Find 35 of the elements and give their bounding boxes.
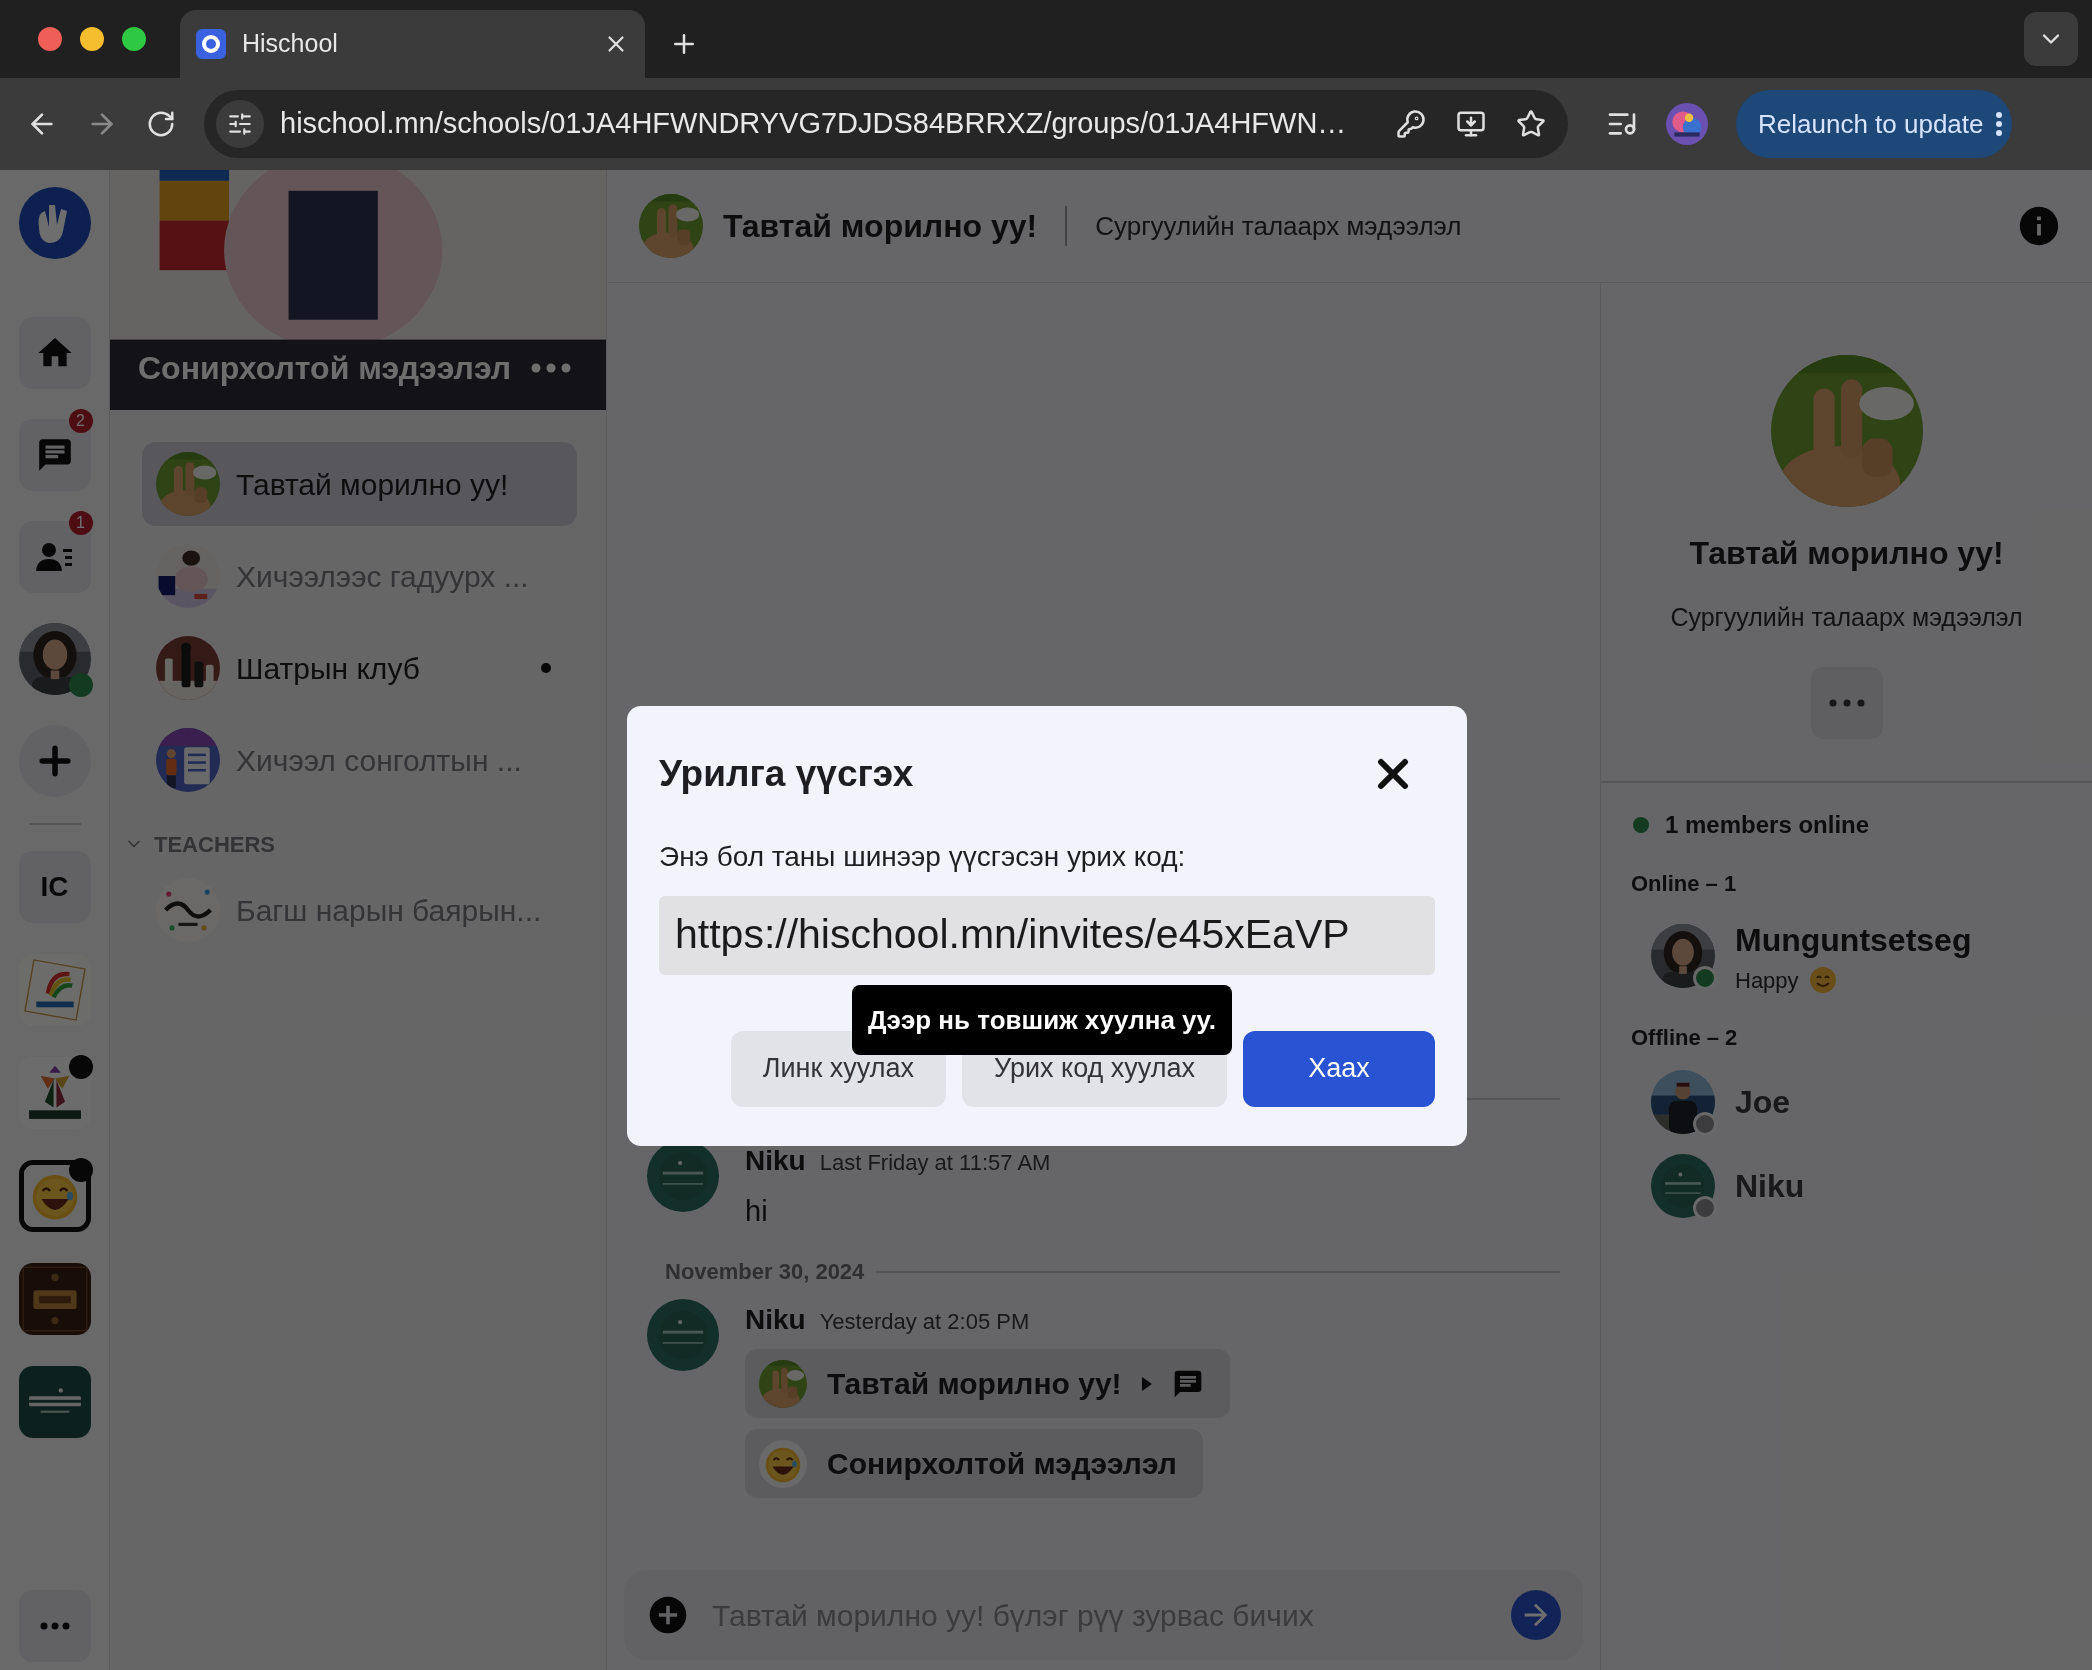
dialog-label: Энэ бол таны шинээр үүсгэсэн урих код: (659, 839, 1187, 874)
relaunch-button[interactable]: Relaunch to update (1736, 90, 2012, 158)
message-time: Last Friday at 11:57 AM (819, 1148, 1051, 1177)
message-time: Yesterday at 2:05 PM (819, 1308, 1030, 1336)
channel-title: Тавтай морилно уу! (723, 207, 1038, 246)
panel-title: Тавтай морилно уу! (1689, 534, 2004, 573)
dialog-title: Урилга үүсгэх (659, 752, 914, 796)
panel-subtitle: Сургуулийн талаарх мэдээлэл (1670, 602, 2023, 633)
channel-item[interactable]: Шатрын клуб (142, 626, 577, 710)
member-name: Niku (1735, 1166, 1805, 1206)
member-status: Happy (1735, 966, 1799, 995)
member-name: Joe (1735, 1082, 1791, 1122)
member-item[interactable]: Joe (1651, 1069, 2092, 1134)
member-group-label: Online – 1 (1631, 869, 1738, 898)
member-item[interactable]: Munguntsetseg Happy (1651, 915, 2092, 997)
channel-item[interactable]: Тавтай морилно уу! (142, 442, 577, 526)
channel-link[interactable]: Сонирхолтой мэдээлэл (745, 1429, 1203, 1498)
message-author: Niku (745, 1143, 806, 1178)
message-author: Niku (745, 1303, 806, 1337)
group-name: Сонирхолтой мэдээлэл (138, 349, 512, 388)
message-text: hi (745, 1193, 769, 1229)
browser-tab[interactable]: Hischool (180, 10, 645, 78)
invite-link-field[interactable]: https://hischool.mn/invites/e45xEaVP (659, 895, 1435, 975)
member-name: Munguntsetseg (1735, 920, 1972, 960)
close-button[interactable]: Хаах (1243, 1030, 1435, 1107)
tooltip: Дээр нь товшиж хуулна уу. (852, 985, 1232, 1055)
notification-badge: 1 (68, 511, 93, 535)
member-group-label: Offline – 2 (1631, 1023, 1739, 1052)
channel-topic: Сургуулийн талаарх мэдээлэл (1095, 209, 1463, 243)
channel-link[interactable]: Тавтай морилно уу! (745, 1349, 1230, 1418)
server-button[interactable]: IC (18, 851, 91, 923)
notification-badge: 2 (68, 409, 93, 433)
online-summary: 1 members online (1665, 809, 1870, 840)
address-bar[interactable]: hischool.mn/schools/01JA4HFWNDRYVG7DJDS84BRRXZ/groups/01JA4HFWN… (204, 90, 1568, 158)
member-item[interactable]: Niku (1651, 1153, 2092, 1218)
